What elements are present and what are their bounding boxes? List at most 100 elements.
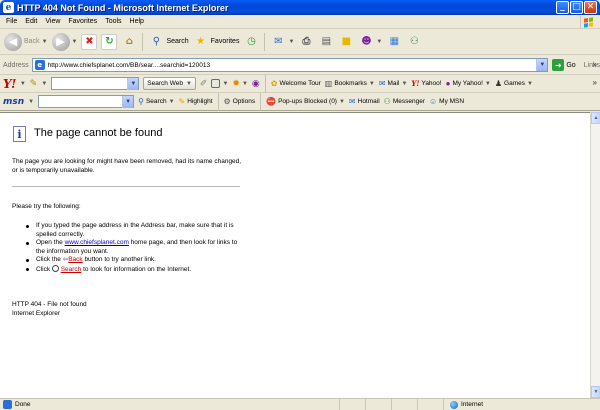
address-input[interactable]: e http://www.chiefsplanet.com/BB/sear...… [31,58,549,72]
menu-favorites[interactable]: Favorites [64,18,101,25]
dropdown-arrow-icon[interactable]: ▼ [41,81,47,87]
settings-button[interactable]: ✹ ▼ [232,78,248,89]
scroll-down-button[interactable]: ▼ [591,386,600,398]
yahoo-toolbar: Y! ▼ ✎ ▼ ▼ Search Web ▼ ✐ ▼ ✹ ▼ ◉ ✿ Welcom… [0,74,600,93]
home-page-link[interactable]: www.chiefsplanet.com [65,239,129,246]
search-link[interactable]: Search [61,266,82,273]
msn-search-button[interactable]: ⚲ Search ▼ [138,97,174,106]
try-heading: Please try the following: [12,203,81,210]
my-yahoo-icon: ● [445,79,451,88]
bookmarks-button[interactable]: ▥ Bookmarks ▼ [325,79,375,88]
options-icon: ⚙ [223,97,231,106]
list-item: Click the ⇦Back button to try another li… [26,256,246,265]
msn-search-input[interactable]: ▼ [38,95,135,108]
error-code: HTTP 404 - File not found [12,301,87,308]
highlighter-icon: ✎ [178,97,186,106]
close-button[interactable]: ✕ [584,1,597,14]
window-button[interactable]: ▼ [211,79,228,88]
print-icon[interactable]: ⎙ [298,34,314,50]
suggestion-text: button to try another link. [82,256,156,263]
hotmail-button[interactable]: ✉ Hotmail [349,97,380,106]
home-icon[interactable]: ⌂ [121,34,137,50]
options-button[interactable]: ⚙ Options [224,97,256,106]
yahoo-messenger-button[interactable]: ☻ ▼ [358,34,382,50]
my-msn-button[interactable]: ☺ My MSN [429,97,464,106]
address-dropdown-icon[interactable]: ▼ [536,59,548,71]
history-icon[interactable]: ◷ [243,34,259,50]
discuss-icon[interactable]: ■ [338,34,354,50]
mail-button[interactable]: ✉ Mail ▼ [379,79,408,88]
suggestion-text: Open the [36,239,65,246]
msn-search-label: Search [145,98,167,105]
search-web-button[interactable]: Search Web ▼ [143,77,196,90]
search-dropdown-icon[interactable]: ▼ [122,96,134,108]
chevron-right-icon[interactable]: » [593,60,597,69]
address-url[interactable]: http://www.chiefsplanet.com/BB/sear....s… [48,62,537,69]
back-button[interactable]: ◀ Back ▼ [4,32,48,51]
dropdown-arrow-icon: ▼ [376,38,383,45]
go-button[interactable]: ➜ Go [552,59,576,71]
stop-icon[interactable]: ✖ [81,33,98,50]
favorites-button[interactable]: ★ Favorites [193,34,240,50]
mail-button[interactable]: ✉ ▼ [270,34,294,50]
search-dropdown-icon[interactable]: ▼ [127,78,139,90]
dropdown-arrow-icon: ▼ [185,80,192,87]
status-bar: Done Internet [0,398,600,410]
hotmail-label: Hotmail [357,98,380,105]
vertical-scrollbar[interactable]: ▲ ▼ [590,112,600,398]
standard-toolbar: ◀ Back ▼ ▶ ▼ ✖ ↻ ⌂ ⚲ Search ★ Favorites … [0,29,600,55]
list-item: Click Search to look for information on … [26,264,246,275]
yahoo-y-icon: Y! [411,79,420,88]
address-bar: Address e http://www.chiefsplanet.com/BB… [0,56,600,75]
page-heading: The page cannot be found [34,127,163,139]
refresh-icon[interactable]: ↻ [101,33,118,50]
back-link[interactable]: Back [68,256,82,263]
search-icon: ⚲ [138,97,144,106]
window-icon [211,79,221,88]
yahoo-logo[interactable]: Y! [3,77,16,91]
suggestion-text: Click [36,265,52,273]
star-icon: ★ [196,36,206,47]
highlight-button[interactable]: ✎ Highlight [179,97,213,106]
highlighter-icon[interactable]: ✐ [200,78,208,89]
intro-text: The page you are looking for might have … [12,158,242,174]
research-icon[interactable]: ▦ [386,34,402,50]
messenger-button[interactable]: ⚇ Messenger [384,97,425,106]
menu-view[interactable]: View [41,18,64,25]
msn-logo[interactable]: msn [3,97,24,107]
yahoo-button[interactable]: Y! Yahoo! [411,79,441,88]
search-button[interactable]: ⚲ Search [148,34,189,50]
options-label: Options [232,98,256,105]
minimize-button[interactable]: _ [556,1,569,14]
popup-blocker-icon: ⛔ [266,97,277,106]
gear-icon: ✹ [232,78,240,88]
chevron-right-icon[interactable]: » [593,78,597,87]
forward-button[interactable]: ▶ ▼ [51,32,77,51]
yahoo-search-input[interactable]: ▼ [51,77,140,90]
messenger-icon[interactable]: ⚇ [406,34,422,50]
scroll-up-button[interactable]: ▲ [591,112,600,124]
pause-icon[interactable]: ◉ [252,78,260,89]
error-info: HTTP 404 - File not found Internet Explo… [12,300,87,318]
dropdown-arrow-icon[interactable]: ▼ [20,81,26,87]
search-web-label: Search Web [147,80,183,87]
edit-icon[interactable]: ▤ [318,34,334,50]
menu-file[interactable]: File [2,18,21,25]
popups-blocked-button[interactable]: ⛔ Pop-ups Blocked (0) ▼ [266,97,345,106]
info-icon: i [13,126,26,142]
search-icon [51,264,59,272]
title-bar[interactable]: e HTTP 404 Not Found - Microsoft Interne… [0,0,600,15]
menu-edit[interactable]: Edit [21,18,41,25]
maximize-button[interactable]: □ [570,1,583,14]
welcome-tour-button[interactable]: ✿ Welcome Tour [271,79,321,88]
my-yahoo-label: My Yahoo! [452,80,483,87]
menu-tools[interactable]: Tools [101,18,125,25]
dropdown-arrow-icon[interactable]: ▼ [28,99,34,105]
my-yahoo-button[interactable]: ● My Yahoo! ▼ [446,79,491,88]
games-button[interactable]: ♟ Games ▼ [495,79,533,88]
window-title: HTTP 404 Not Found - Microsoft Internet … [17,2,229,13]
pencil-icon[interactable]: ✎ [30,78,38,89]
security-zone[interactable]: Internet [444,400,600,409]
favorites-label: Favorites [210,38,240,45]
menu-help[interactable]: Help [126,18,148,25]
